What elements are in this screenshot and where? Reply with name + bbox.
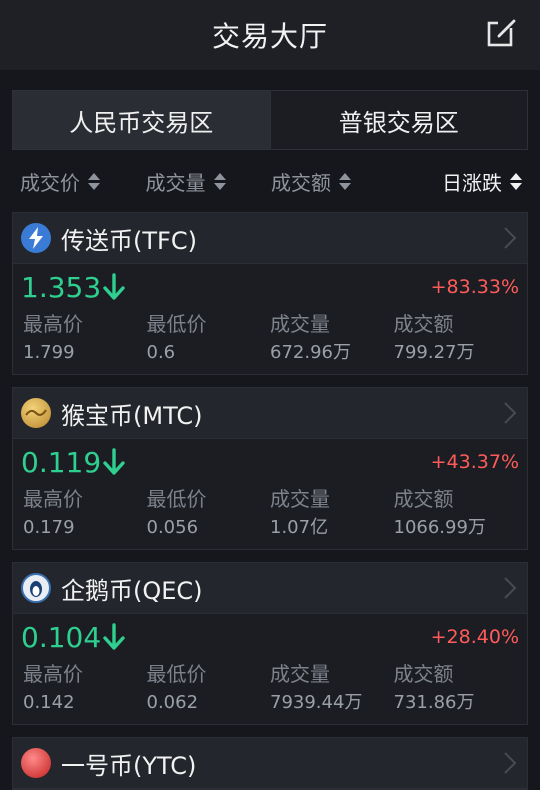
sort-arrows-icon <box>213 172 226 190</box>
sort-volume-label: 成交量 <box>145 170 206 195</box>
last-price: 0.104 <box>21 621 125 654</box>
volume-label: 成交量 <box>270 312 330 336</box>
coin-card-ytc[interactable]: 一号币(YTC) <box>12 737 528 790</box>
turnover-label: 成交额 <box>393 312 454 336</box>
arrow-down-icon <box>103 273 125 300</box>
high-label: 最高价 <box>23 662 83 686</box>
coin-name: 猴宝币(MTC) <box>61 401 203 430</box>
sort-turnover[interactable]: 成交额 <box>271 167 397 196</box>
coin-name: 一号币(YTC) <box>61 751 197 780</box>
market-tabs: 人民币交易区 普银交易区 <box>12 90 528 150</box>
coin-card-header: 猴宝币(MTC) <box>13 388 527 439</box>
chevron-right-icon <box>504 227 517 249</box>
sort-volume[interactable]: 成交量 <box>146 167 272 196</box>
edit-icon[interactable] <box>486 18 518 50</box>
high-value: 1.799 <box>23 342 75 363</box>
sort-daily-change[interactable]: 日涨跌 <box>397 167 522 196</box>
volume-label: 成交量 <box>270 662 330 686</box>
sort-daily-change-label: 日涨跌 <box>442 170 502 195</box>
sort-arrows-icon <box>339 172 351 190</box>
coin-card-mtc[interactable]: 猴宝币(MTC) 0.119 +43.37% 最高价 0.179 最低价 0.056… <box>12 387 528 550</box>
daily-change: +43.37% <box>430 451 519 473</box>
arrow-down-icon <box>103 448 125 475</box>
red-coin-icon <box>21 748 51 778</box>
tab-rmb-market[interactable]: 人民币交易区 <box>13 91 270 149</box>
coin-stats: 最高价 0.142 最低价 0.062 成交量 7939.44万 成交额 731.86万 <box>13 660 527 724</box>
last-price-value: 1.353 <box>21 270 102 304</box>
app-header: 交易大厅 <box>0 0 540 70</box>
lightning-coin-icon <box>21 223 51 253</box>
high-value: 0.142 <box>23 692 75 713</box>
low-value: 0.062 <box>146 692 199 713</box>
coin-stats: 最高价 1.799 最低价 0.6 成交量 672.96万 成交额 799.27万 <box>13 310 527 374</box>
price-row: 0.104 +28.40% <box>13 614 527 660</box>
price-row: 0.119 +43.37% <box>13 439 527 485</box>
sort-arrows-icon <box>88 172 100 190</box>
turnover-value: 1066.99万 <box>393 517 486 538</box>
page-title: 交易大厅 <box>211 20 328 53</box>
low-label: 最低价 <box>146 662 207 686</box>
last-price-value: 0.104 <box>21 620 102 654</box>
sort-price-label: 成交价 <box>20 170 80 195</box>
turnover-value: 731.86万 <box>393 692 475 713</box>
volume-value: 7939.44万 <box>270 692 363 713</box>
volume-value: 1.07亿 <box>270 517 329 538</box>
sort-turnover-label: 成交额 <box>271 170 331 195</box>
low-label: 最低价 <box>146 312 207 336</box>
daily-change: +83.33% <box>430 276 519 298</box>
volume-label: 成交量 <box>270 487 330 511</box>
chevron-right-icon <box>504 402 517 424</box>
coin-card-header: 企鹅币(QEC) <box>13 563 527 614</box>
turnover-label: 成交额 <box>393 487 454 511</box>
sort-bar: 成交价 成交量 成交额 日涨跌 <box>0 150 540 212</box>
sort-arrows-icon <box>510 172 522 190</box>
chevron-right-icon <box>504 752 517 774</box>
chevron-right-icon <box>504 577 517 599</box>
high-label: 最高价 <box>23 312 83 336</box>
sort-price[interactable]: 成交价 <box>20 167 146 196</box>
low-label: 最低价 <box>146 487 207 511</box>
coin-card-tfc[interactable]: 传送币(TFC) 1.353 +83.33% 最高价 1.799 最低价 0.6 成… <box>12 212 528 375</box>
tab-puyin-market[interactable]: 普银交易区 <box>269 91 528 149</box>
last-price: 1.353 <box>21 271 125 304</box>
turnover-value: 799.27万 <box>393 342 475 363</box>
coin-name: 传送币(TFC) <box>61 226 197 255</box>
penguin-coin-icon <box>21 573 51 603</box>
price-row: 1.353 +83.33% <box>13 264 527 310</box>
coin-card-header: 传送币(TFC) <box>13 213 527 264</box>
high-label: 最高价 <box>23 487 83 511</box>
daily-change: +28.40% <box>430 626 519 648</box>
coin-card-qec[interactable]: 企鹅币(QEC) 0.104 +28.40% 最高价 0.142 最低价 0.062… <box>12 562 528 725</box>
last-price: 0.119 <box>21 446 125 479</box>
last-price-value: 0.119 <box>21 445 102 479</box>
coin-stats: 最高价 0.179 最低价 0.056 成交量 1.07亿 成交额 1066.99万 <box>13 485 527 549</box>
coin-name: 企鹅币(QEC) <box>61 576 203 605</box>
turnover-label: 成交额 <box>393 662 454 686</box>
high-value: 0.179 <box>23 517 75 538</box>
arrow-down-icon <box>103 623 125 650</box>
gold-coin-icon <box>21 398 51 428</box>
low-value: 0.6 <box>146 342 176 363</box>
volume-value: 672.96万 <box>270 342 351 363</box>
low-value: 0.056 <box>146 517 199 538</box>
coin-card-header: 一号币(YTC) <box>13 738 527 789</box>
